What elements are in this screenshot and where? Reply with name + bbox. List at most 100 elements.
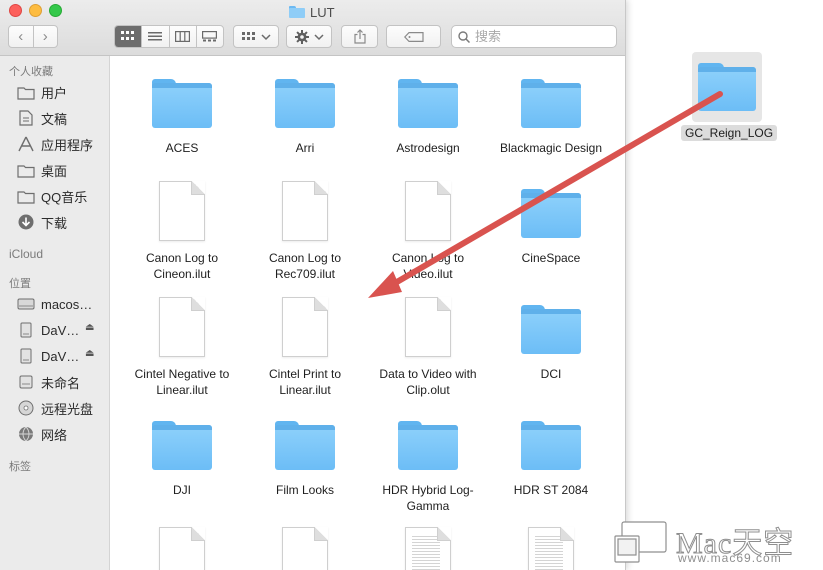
sidebar-item-label: 文稿	[41, 111, 68, 127]
file-item[interactable]	[368, 526, 488, 570]
sidebar-item-label: DaV…	[41, 348, 80, 364]
folder-item[interactable]: Film Looks	[245, 412, 365, 498]
folder-item[interactable]: HDR ST 2084	[491, 412, 611, 498]
file-item[interactable]: Canon Log to Cineon.ilut	[122, 180, 242, 282]
item-name: Blackmagic Design	[499, 141, 603, 155]
item-name: CineSpace	[521, 251, 581, 265]
item-name: Cintel Negative to Linear.ilut	[134, 367, 230, 397]
folder-item[interactable]: Astrodesign	[368, 70, 488, 156]
zoom-button[interactable]	[49, 4, 62, 17]
eject-icon[interactable]: ⏏	[85, 348, 94, 359]
document-icon	[150, 296, 214, 360]
chevron-down-icon	[313, 33, 324, 40]
folder-icon	[396, 70, 460, 134]
file-item[interactable]: Data to Video with Clip.olut	[368, 296, 488, 398]
watermark: Mac天空 www.mac69.com	[614, 518, 819, 566]
folder-icon	[396, 412, 460, 476]
sidebar-item-desktop[interactable]: 桌面	[17, 159, 107, 181]
sidebar-item-label: macos…	[41, 296, 93, 312]
file-item[interactable]: Canon Log to Rec709.ilut	[245, 180, 365, 282]
item-name: ACES	[165, 141, 199, 155]
document-icon	[273, 526, 337, 570]
icon-view-button[interactable]	[115, 26, 143, 47]
disk-icon	[17, 348, 35, 364]
item-name: Arri	[295, 141, 315, 155]
sidebar-item-network[interactable]: 网络	[17, 423, 107, 445]
locations-header: 位置	[9, 278, 31, 290]
share-button[interactable]	[341, 25, 378, 48]
item-name: DCI	[540, 367, 562, 381]
folder-item[interactable]: DJI	[122, 412, 242, 498]
gear-icon	[294, 29, 309, 44]
forward-button[interactable]: ›	[34, 26, 58, 47]
document-icon	[396, 296, 460, 360]
sidebar-item-applications[interactable]: 应用程序	[17, 133, 107, 155]
document-icon	[273, 180, 337, 244]
sidebar-item-remote-disc[interactable]: 远程光盘	[17, 397, 107, 419]
search-field[interactable]	[451, 25, 617, 48]
back-button[interactable]: ‹	[9, 26, 34, 47]
list-view-button[interactable]	[142, 26, 170, 47]
tag-button[interactable]	[386, 25, 441, 48]
folder-item[interactable]: HDR Hybrid Log-Gamma	[368, 412, 488, 514]
action-button[interactable]	[286, 25, 332, 48]
item-name: HDR ST 2084	[513, 483, 589, 497]
item-name: Cintel Print to Linear.ilut	[268, 367, 342, 397]
sidebar-item-untitled[interactable]: 未命名	[17, 371, 107, 393]
tags-header: 标签	[9, 461, 31, 473]
search-input[interactable]	[475, 29, 605, 44]
folder-icon	[273, 412, 337, 476]
file-item[interactable]	[491, 526, 611, 570]
folder-item[interactable]: DCI	[491, 296, 611, 382]
folder-item[interactable]: CineSpace	[491, 180, 611, 266]
folder-icon	[150, 70, 214, 134]
folder-item[interactable]: Arri	[245, 70, 365, 156]
applications-icon	[17, 136, 35, 152]
dragged-folder-label[interactable]: GC_Reign_LOG	[681, 125, 778, 141]
arrange-button[interactable]	[233, 25, 279, 48]
monitor-logo-icon	[614, 521, 667, 563]
sidebar-item-macos-disk[interactable]: macos…	[17, 293, 107, 315]
file-item[interactable]	[245, 526, 365, 570]
sidebar-item-label: 用户	[41, 85, 68, 101]
share-icon	[353, 29, 366, 44]
folder-icon	[289, 6, 305, 18]
file-item[interactable]: Cintel Print to Linear.ilut	[245, 296, 365, 398]
file-grid: ACES Arri Astrodesign Blackmagic Design Cano…	[111, 56, 625, 570]
folder-item[interactable]: ACES	[122, 70, 242, 156]
hard-drive-icon	[17, 296, 35, 312]
download-icon	[17, 214, 35, 230]
folder-icon	[519, 296, 583, 360]
file-item[interactable]	[122, 526, 242, 570]
icloud-header: iCloud	[9, 247, 44, 261]
sidebar-item-qq-music[interactable]: QQ音乐	[17, 185, 107, 207]
minimize-button[interactable]	[29, 4, 42, 17]
item-name: Canon Log to Rec709.ilut	[268, 251, 342, 281]
network-icon	[17, 426, 35, 442]
disk-icon	[17, 322, 35, 338]
gallery-icon	[202, 31, 218, 42]
tag-icon	[403, 31, 424, 42]
file-item[interactable]: Cintel Negative to Linear.ilut	[122, 296, 242, 398]
folder-icon	[17, 188, 35, 204]
sidebar-item-label: 远程光盘	[41, 401, 94, 417]
column-view-button[interactable]	[170, 26, 197, 47]
folder-icon	[273, 70, 337, 134]
eject-icon[interactable]: ⏏	[85, 322, 94, 333]
document-icon	[150, 526, 214, 570]
dragged-folder-icon[interactable]	[692, 52, 762, 122]
folder-item[interactable]: Blackmagic Design	[491, 70, 611, 156]
file-item[interactable]: Canon Log to Video.ilut	[368, 180, 488, 282]
sidebar-item-documents[interactable]: 文稿	[17, 107, 107, 129]
icon-grid-icon	[121, 31, 135, 40]
desktop-icon	[17, 162, 35, 178]
disk-icon	[17, 374, 35, 390]
folder-icon	[150, 412, 214, 476]
sidebar-item-downloads[interactable]: 下载	[17, 211, 107, 233]
title-bar: LUT ‹ ›	[0, 0, 625, 56]
close-button[interactable]	[9, 4, 22, 17]
remote-disc-icon	[17, 400, 35, 416]
navigation-buttons: ‹ ›	[8, 25, 58, 48]
sidebar-item-user[interactable]: 用户	[17, 81, 107, 103]
gallery-view-button[interactable]	[197, 26, 223, 47]
